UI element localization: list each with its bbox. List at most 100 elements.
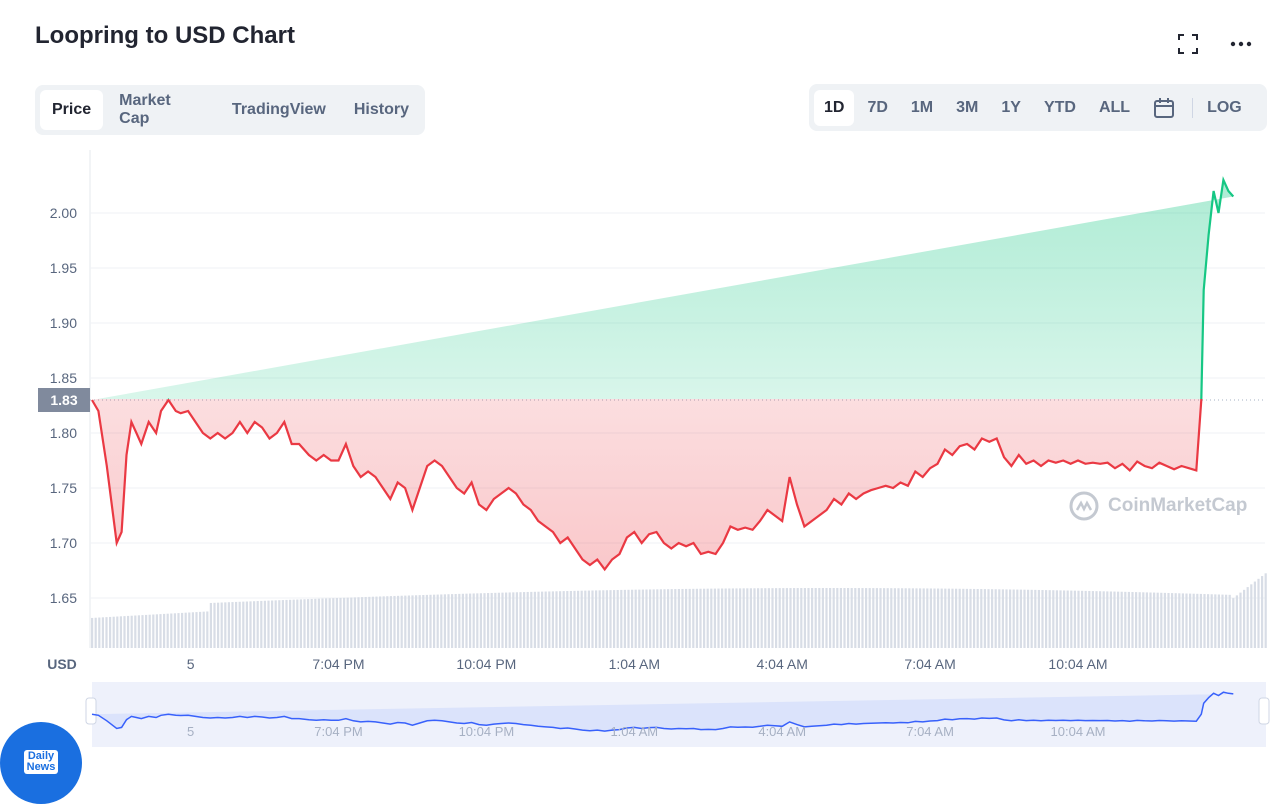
volume-bar: [893, 588, 896, 648]
volume-bar: [577, 590, 580, 648]
log-scale-toggle[interactable]: LOG: [1197, 90, 1252, 126]
tab-history[interactable]: History: [342, 90, 421, 130]
volume-bar: [613, 590, 616, 648]
volume-bar: [947, 588, 950, 648]
volume-bar: [94, 617, 97, 648]
volume-bar: [289, 599, 292, 648]
volume-bar: [1030, 589, 1033, 648]
volume-bar: [1077, 590, 1080, 648]
volume-bar: [685, 588, 688, 648]
volume-bar: [184, 612, 187, 648]
volume-bar: [465, 593, 468, 648]
volume-bar: [1120, 591, 1123, 648]
volume-bar: [796, 588, 799, 648]
volume-bar: [645, 589, 648, 648]
navigator-tick-label: 7:04 AM: [906, 724, 954, 739]
volume-bar: [278, 600, 281, 648]
tab-market-cap[interactable]: Market Cap: [107, 90, 216, 130]
range-all[interactable]: ALL: [1089, 90, 1140, 126]
volume-bar: [1088, 590, 1091, 648]
volume-bar: [735, 588, 738, 648]
range-ytd[interactable]: YTD: [1034, 90, 1086, 126]
volume-bar: [1016, 589, 1019, 648]
volume-bar: [663, 589, 666, 648]
volume-bar: [803, 588, 806, 648]
volume-bar: [231, 602, 234, 648]
fullscreen-icon[interactable]: [1174, 30, 1202, 58]
volume-bar: [433, 594, 436, 648]
volume-bar: [1012, 589, 1015, 648]
daily-news-badge[interactable]: Daily News: [0, 722, 82, 804]
volume-bar: [843, 588, 846, 648]
volume-bar: [778, 588, 781, 648]
navigator-tick-label: 1:04 AM: [610, 724, 658, 739]
y-tick-label: 2.00: [50, 205, 77, 221]
volume-bar: [872, 588, 875, 648]
volume-bar: [865, 588, 868, 648]
volume-bar: [1163, 592, 1166, 648]
volume-bar: [609, 590, 612, 648]
volume-bar: [1192, 593, 1195, 648]
tab-price[interactable]: Price: [40, 90, 104, 130]
range-1y[interactable]: 1Y: [991, 90, 1031, 126]
volume-bar: [1019, 589, 1022, 648]
volume-bar: [1009, 589, 1012, 648]
volume-bar: [238, 601, 241, 648]
volume-bar: [875, 588, 878, 648]
volume-bar: [688, 588, 691, 648]
volume-bar: [1117, 591, 1120, 648]
volume-bar: [523, 592, 526, 648]
volume-bar: [591, 590, 594, 648]
volume-bar: [1106, 591, 1109, 648]
volume-bar: [1196, 593, 1199, 648]
range-7d[interactable]: 7D: [857, 90, 897, 126]
volume-bar: [285, 599, 288, 648]
more-icon[interactable]: [1227, 30, 1255, 58]
volume-bar: [1153, 592, 1156, 648]
volume-bar: [170, 613, 173, 648]
range-1d[interactable]: 1D: [814, 89, 855, 126]
range-1m[interactable]: 1M: [901, 90, 943, 126]
volume-bar: [497, 592, 500, 648]
volume-bar: [397, 595, 400, 648]
range-3m[interactable]: 3M: [946, 90, 988, 126]
volume-bar: [1235, 595, 1238, 648]
volume-bar: [476, 593, 479, 648]
volume-bar: [328, 598, 331, 648]
volume-bar: [98, 617, 101, 648]
volume-bar: [580, 590, 583, 648]
volume-bar: [260, 600, 263, 648]
volume-bar: [307, 599, 310, 648]
volume-bar: [425, 594, 428, 648]
page-title: Loopring to USD Chart: [35, 22, 295, 49]
volume-bar: [724, 588, 727, 648]
volume-bar: [717, 588, 720, 648]
volume-bar: [339, 597, 342, 648]
price-line-down: [91, 399, 1203, 572]
volume-bar: [177, 613, 180, 648]
navigator-area-fill: [92, 692, 1234, 732]
volume-bar: [533, 591, 536, 648]
volume-bar: [1210, 594, 1213, 648]
tab-tradingview[interactable]: TradingView: [220, 90, 338, 130]
volume-bar: [1059, 590, 1062, 648]
volume-bar: [227, 602, 230, 648]
navigator-area: [92, 682, 1266, 747]
volume-bar: [1142, 592, 1145, 648]
volume-bar: [605, 590, 608, 648]
volume-bar: [541, 591, 544, 648]
volume-bar: [209, 602, 212, 648]
volume-bar: [584, 590, 587, 648]
volume-bar: [764, 588, 767, 648]
chart-type-tabs: Price Market Cap TradingView History: [35, 85, 425, 135]
volume-bar: [274, 600, 277, 648]
x-tick-label: 10:04 AM: [1048, 656, 1107, 672]
volume-bar: [1099, 591, 1102, 648]
volume-bar: [713, 588, 716, 648]
volume-bar: [508, 592, 511, 648]
calendar-icon[interactable]: [1143, 90, 1185, 126]
volume-bar: [1239, 592, 1242, 648]
volume-bar: [879, 588, 882, 648]
volume-bar: [494, 592, 497, 648]
volume-bar: [1084, 590, 1087, 648]
